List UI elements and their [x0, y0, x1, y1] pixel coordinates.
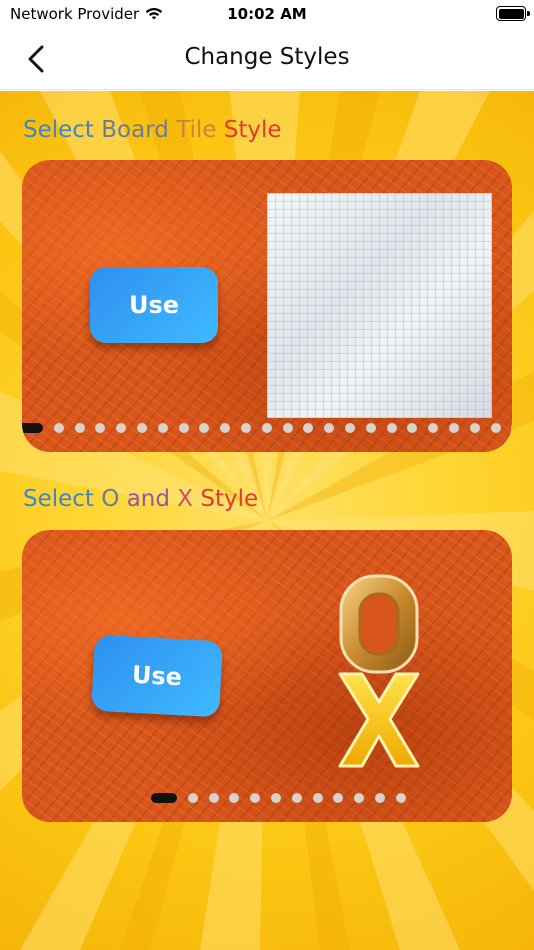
page-dot[interactable] [282, 423, 293, 433]
page-dot[interactable] [490, 423, 501, 433]
page-dot[interactable] [386, 423, 397, 433]
page-dot[interactable] [22, 423, 43, 433]
status-time: 10:02 AM [227, 5, 307, 23]
page-dot[interactable] [220, 423, 231, 433]
page-dot[interactable] [270, 793, 281, 803]
page-dot[interactable] [291, 793, 302, 803]
page-dot[interactable] [157, 423, 168, 433]
ox-style-carousel[interactable]: Use O X [22, 530, 512, 822]
content-area: Select Board Tile Style Use Select O and… [0, 91, 534, 950]
page-title: Change Styles [184, 44, 350, 70]
svg-text:X: X [379, 763, 380, 765]
page-dot[interactable] [428, 423, 439, 433]
use-board-tile-button[interactable]: Use [90, 267, 218, 343]
page-dot[interactable] [312, 793, 323, 803]
page-dot[interactable] [303, 423, 314, 433]
ox-style-page-indicator[interactable] [151, 793, 417, 803]
page-dot[interactable] [199, 423, 210, 433]
page-dot[interactable] [240, 423, 251, 433]
page-dot[interactable] [469, 423, 480, 433]
x-letter-art [338, 672, 420, 768]
use-ox-style-button[interactable]: Use [91, 634, 223, 718]
nav-bar: Change Styles [0, 28, 534, 90]
page-dot[interactable] [53, 423, 64, 433]
page-dot[interactable] [365, 423, 376, 433]
page-dot[interactable] [187, 793, 198, 803]
ox-style-preview: O X [338, 574, 420, 768]
page-dot[interactable] [344, 423, 355, 433]
page-dot[interactable] [511, 423, 512, 433]
page-dot[interactable] [116, 423, 127, 433]
page-dot[interactable] [374, 793, 385, 803]
page-dot[interactable] [333, 793, 344, 803]
page-dot[interactable] [395, 793, 406, 803]
board-tile-section-title: Select Board Tile Style [23, 117, 282, 143]
battery-icon [496, 6, 530, 21]
page-dot[interactable] [354, 793, 365, 803]
board-tile-preview [267, 193, 492, 418]
page-dot[interactable] [407, 423, 418, 433]
page-dot[interactable] [151, 793, 177, 803]
page-dot[interactable] [178, 423, 189, 433]
page-dot[interactable] [324, 423, 335, 433]
status-bar: Network Provider 10:02 AM [0, 0, 534, 28]
page-dot[interactable] [229, 793, 240, 803]
page-dot[interactable] [95, 423, 106, 433]
page-dot[interactable] [136, 423, 147, 433]
board-tile-carousel[interactable]: Use [22, 160, 512, 452]
page-dot[interactable] [250, 793, 261, 803]
page-dot[interactable] [448, 423, 459, 433]
page-dot[interactable] [208, 793, 219, 803]
page-dot[interactable] [261, 423, 272, 433]
o-letter-art [339, 574, 419, 674]
ox-section-title: Select O and X Style [23, 486, 259, 512]
board-tile-page-indicator[interactable] [22, 423, 512, 433]
page-dot[interactable] [74, 423, 85, 433]
